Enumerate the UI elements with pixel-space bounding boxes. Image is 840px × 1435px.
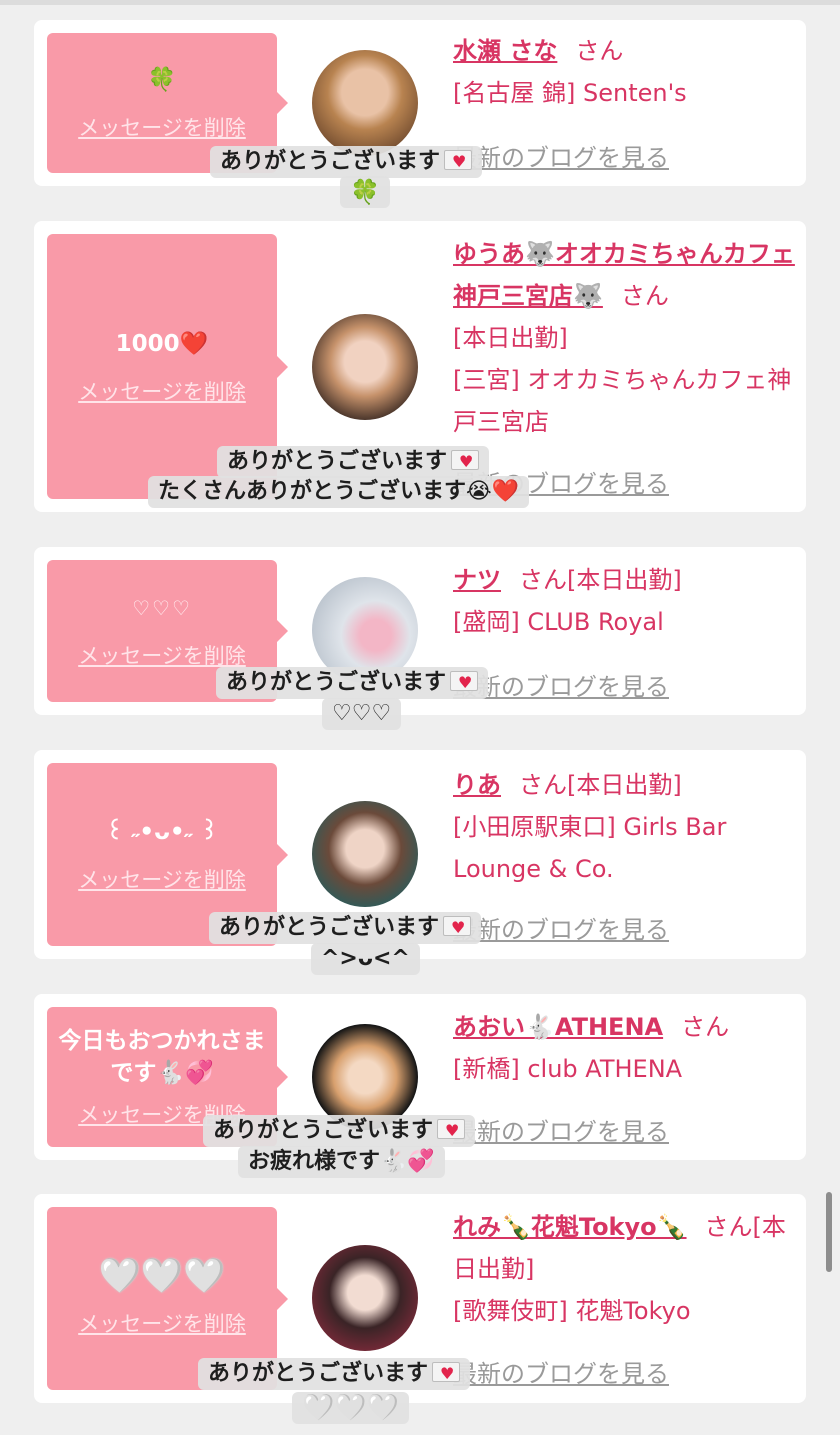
reply-text: ありがとうございます	[227, 449, 448, 474]
love-letter-icon	[432, 1360, 461, 1388]
love-letter-icon	[450, 669, 479, 697]
delete-message-link[interactable]: メッセージを削除	[78, 376, 246, 406]
reply-text: ありがとうございます	[219, 915, 440, 940]
reply-overlay-line2: ♡♡♡	[322, 698, 402, 730]
blog-link[interactable]: 最新のブログを見る	[453, 910, 669, 945]
cast-info: あおい🐇ATHENA さん [新橋] club ATHENA	[453, 1006, 798, 1090]
reply-overlay-line2: たくさんありがとうございます😭❤️	[148, 476, 530, 508]
delete-message-link[interactable]: メッセージを削除	[78, 1308, 246, 1338]
message-text: ꒰ ˶•ᴗ•˶ ꒱	[105, 818, 219, 845]
cast-name-link[interactable]: りあ	[453, 771, 501, 799]
honorific: さん	[620, 282, 669, 310]
reply-text: ^>ᴗ<^	[321, 946, 410, 971]
reply-overlay: ありがとうございます	[210, 146, 483, 178]
reply-overlay: ありがとうございます	[203, 1115, 476, 1147]
cast-name-link[interactable]: あおい🐇ATHENA	[453, 1013, 663, 1041]
love-letter-icon	[444, 148, 473, 176]
reply-overlay: ありがとうございます	[217, 446, 490, 478]
reply-text: 🍀	[350, 178, 380, 206]
reply-overlay-line2: ^>ᴗ<^	[311, 943, 420, 975]
cast-info: れみ🍾花魁Tokyo🍾 さん[本日出勤] [歌舞伎町] 花魁Tokyo	[453, 1206, 798, 1332]
honorific: さん	[519, 771, 567, 799]
delete-message-link[interactable]: メッセージを削除	[78, 640, 246, 670]
love-letter-icon	[451, 448, 480, 476]
reply-text: ありがとうございます	[220, 149, 441, 174]
shop-line: [盛岡] CLUB Royal	[453, 608, 664, 636]
scrollbar-thumb[interactable]	[826, 1192, 832, 1272]
cast-info: ナツ さん[本日出勤] [盛岡] CLUB Royal	[453, 559, 798, 643]
delete-message-link[interactable]: メッセージを削除	[78, 864, 246, 894]
honorific: さん	[704, 1213, 753, 1241]
reply-text: お疲れ様です🐇💞	[248, 1149, 435, 1174]
cast-name-link[interactable]: ナツ	[453, 566, 501, 594]
reply-text: ♡♡♡	[332, 701, 392, 726]
status-line: [本日出勤]	[453, 324, 568, 352]
cast-info: ゆうあ🐺オオカミちゃんカフェ神戸三宮店🐺 さん [本日出勤] [三宮] オオカミち…	[453, 233, 798, 443]
love-letter-icon	[443, 914, 472, 942]
avatar[interactable]	[312, 314, 418, 420]
reply-overlay: ありがとうございます	[209, 912, 482, 944]
reply-text: ありがとうございます	[226, 670, 447, 695]
reply-overlay: ありがとうございます	[216, 667, 489, 699]
message-text: 今日もおつかれさまです🐇💞	[58, 1028, 266, 1086]
cast-info: りあ さん[本日出勤] [小田原駅東口] Girls Bar Lounge & C…	[453, 764, 798, 890]
message-text: 🍀	[147, 67, 177, 93]
reply-overlay-line2: お疲れ様です🐇💞	[238, 1146, 445, 1178]
cast-name-link[interactable]: 水瀬 さな	[453, 37, 557, 65]
reply-overlay-line2: 🍀	[340, 176, 390, 208]
reply-overlay-line2: 🤍🤍🤍	[292, 1392, 410, 1424]
shop-line: [三宮] オオカミちゃんカフェ神戸三宮店	[453, 366, 792, 436]
honorific: さん	[681, 1013, 730, 1041]
shop-line: [新橋] club ATHENA	[453, 1055, 683, 1083]
shop-line: [小田原駅東口] Girls Bar Lounge & Co.	[453, 813, 727, 883]
honorific: さん	[575, 37, 624, 65]
reply-text: ありがとうございます	[213, 1118, 434, 1143]
love-letter-icon	[437, 1117, 466, 1145]
avatar[interactable]	[312, 801, 418, 907]
shop-line: [名古屋 錦] Senten's	[453, 79, 687, 107]
avatar[interactable]	[312, 50, 418, 156]
reply-overlay: ありがとうございます	[198, 1358, 471, 1390]
reply-text: たくさんありがとうございます😭❤️	[158, 479, 520, 504]
message-text: 🤍🤍🤍	[98, 1255, 226, 1296]
reply-text: 🤍🤍🤍	[302, 1393, 400, 1423]
blog-link[interactable]: 最新のブログを見る	[453, 1112, 669, 1147]
status-label: [本日出勤]	[567, 566, 682, 594]
top-divider	[0, 0, 840, 5]
status-label: [本日出勤]	[567, 771, 682, 799]
message-text: 1000❤️	[115, 330, 209, 357]
shop-line: [歌舞伎町] 花魁Tokyo	[453, 1297, 691, 1325]
blog-link[interactable]: 最新のブログを見る	[453, 1354, 669, 1389]
avatar[interactable]	[312, 1245, 418, 1351]
cast-name-link[interactable]: れみ🍾花魁Tokyo🍾	[453, 1213, 687, 1241]
honorific: さん	[519, 566, 567, 594]
message-text: ♡♡♡	[132, 596, 192, 620]
cast-info: 水瀬 さな さん [名古屋 錦] Senten's	[453, 30, 798, 114]
reply-text: ありがとうございます	[208, 1361, 429, 1386]
delete-message-link[interactable]: メッセージを削除	[78, 112, 246, 142]
blog-link[interactable]: 最新のブログを見る	[453, 138, 669, 173]
